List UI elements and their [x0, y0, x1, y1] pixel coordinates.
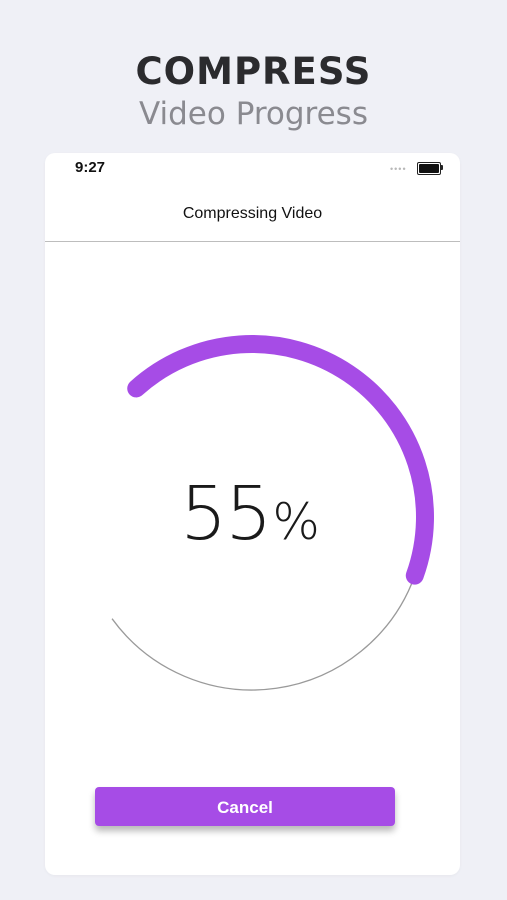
percent-sign: % [272, 493, 319, 551]
cancel-button[interactable]: Cancel [95, 787, 395, 826]
promo-subtitle: Video Progress [138, 96, 368, 132]
phone-screen: 9:27 •••• Compressing Video 55% Cancel [45, 153, 460, 875]
progress-track [111, 575, 416, 691]
progress-value: 55 [180, 471, 272, 557]
promo-title: COMPRESS [135, 50, 372, 93]
progress-percent: 55% [149, 471, 349, 557]
